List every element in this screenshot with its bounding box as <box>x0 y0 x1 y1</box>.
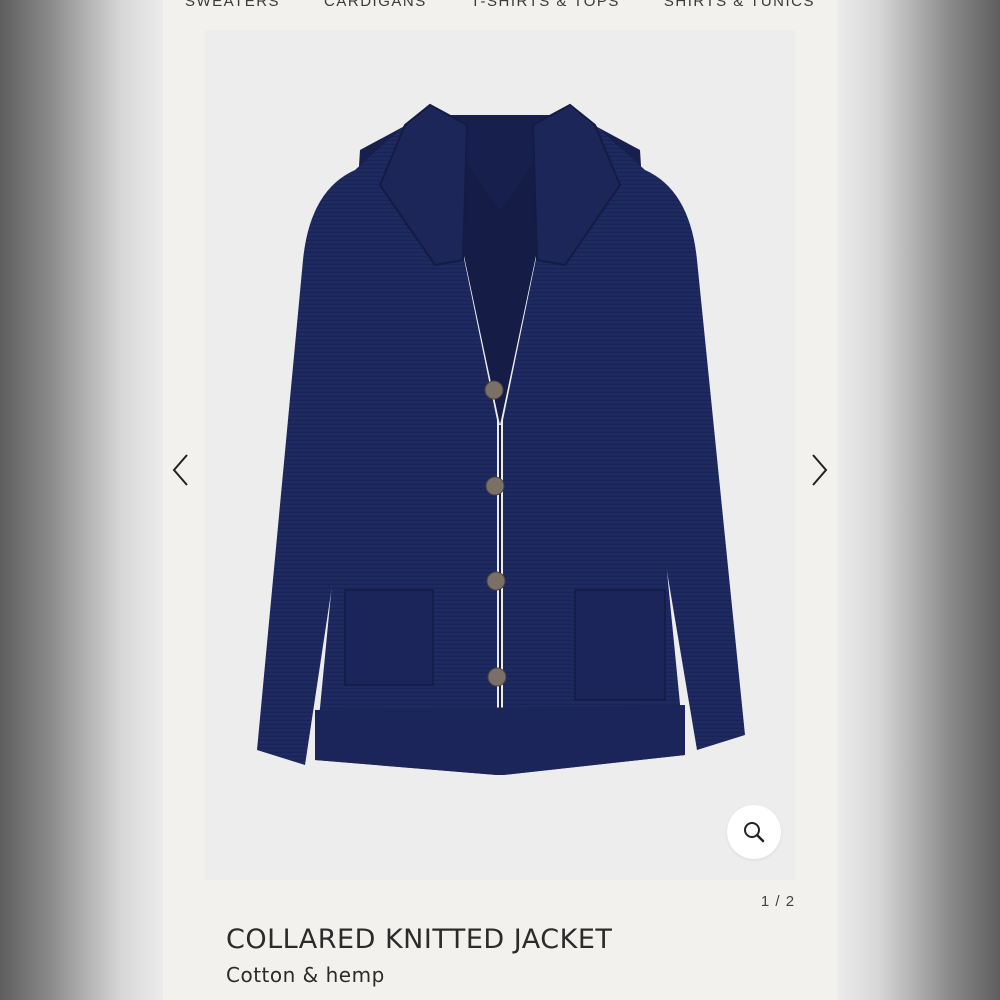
category-nav: SWEATERS CARDIGANS T-SHIRTS & TOPS SHIRT… <box>163 0 837 11</box>
magnifier-icon <box>744 822 765 843</box>
chevron-right-icon <box>812 454 828 486</box>
nav-item-sweaters[interactable]: SWEATERS <box>185 0 280 10</box>
nav-item-shirts-tunics[interactable]: SHIRTS & TUNICS <box>664 0 815 10</box>
previous-image-button[interactable] <box>169 452 193 488</box>
zoom-button[interactable] <box>727 805 781 859</box>
next-image-button[interactable] <box>807 452 831 488</box>
jacket-illustration <box>257 103 745 775</box>
nav-item-tshirts-tops[interactable]: T-SHIRTS & TOPS <box>471 0 620 10</box>
product-material: Cotton & hemp <box>226 963 385 987</box>
chevron-left-icon <box>172 454 188 486</box>
nav-item-cardigans[interactable]: CARDIGANS <box>324 0 427 10</box>
image-counter: 1 / 2 <box>760 893 796 910</box>
product-title: COLLARED KNITTED JACKET <box>226 924 613 955</box>
product-image[interactable] <box>205 30 795 880</box>
product-page: SWEATERS CARDIGANS T-SHIRTS & TOPS SHIRT… <box>163 0 837 1000</box>
